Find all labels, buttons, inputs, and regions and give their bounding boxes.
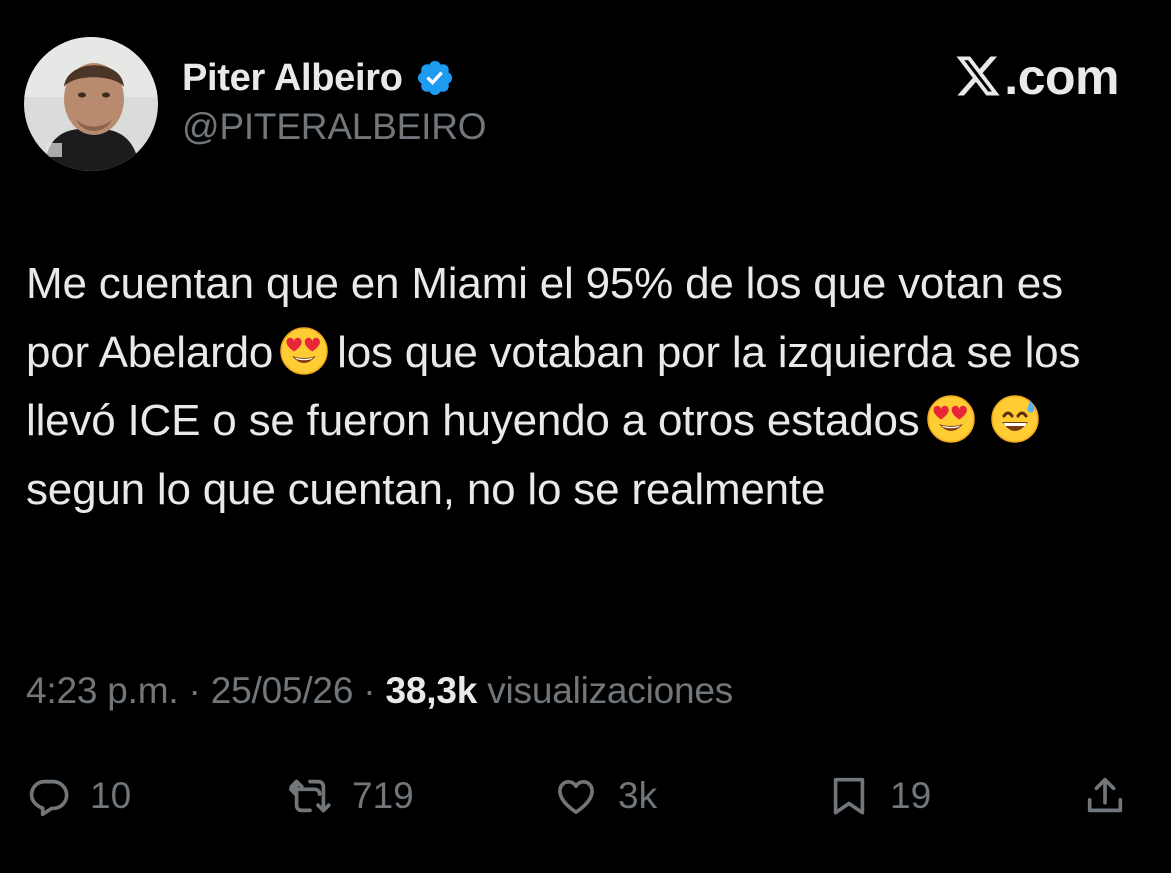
avatar[interactable] bbox=[24, 37, 158, 171]
reply-button[interactable]: 10 bbox=[26, 765, 131, 827]
like-button[interactable]: 3k bbox=[552, 765, 657, 827]
post-date[interactable]: 25/05/26 bbox=[211, 670, 354, 711]
meta-separator: · bbox=[188, 670, 201, 711]
verified-badge-icon[interactable] bbox=[415, 58, 455, 98]
views-label: visualizaciones bbox=[487, 670, 734, 711]
grinning-sweat-emoji-icon bbox=[990, 394, 1040, 444]
post-text: Me cuentan que en Miami el 95% de los qu… bbox=[26, 250, 1136, 524]
reply-icon bbox=[26, 773, 72, 819]
heart-eyes-emoji-icon bbox=[926, 394, 976, 444]
brand-watermark: .com bbox=[954, 48, 1119, 106]
meta-separator: · bbox=[363, 670, 376, 711]
like-count: 3k bbox=[618, 775, 658, 816]
author-name-row: Piter Albeiro bbox=[182, 52, 455, 104]
bookmark-count: 19 bbox=[890, 775, 932, 816]
share-icon bbox=[1082, 773, 1128, 819]
author-handle[interactable]: @PITERALBEIRO bbox=[182, 106, 487, 148]
repost-button[interactable]: 719 bbox=[286, 765, 414, 827]
post-meta: 4:23 p.m. · 25/05/26 · 38,3k visualizaci… bbox=[26, 670, 733, 712]
repost-count: 719 bbox=[352, 775, 414, 816]
share-button[interactable] bbox=[1082, 765, 1128, 827]
bookmark-button[interactable]: 19 bbox=[826, 765, 931, 827]
brand-domain-text: .com bbox=[1004, 49, 1119, 105]
x-logo-icon bbox=[954, 54, 1002, 100]
heart-icon bbox=[552, 773, 600, 819]
reply-count: 10 bbox=[90, 775, 132, 816]
bookmark-icon bbox=[826, 773, 872, 819]
author-display-name[interactable]: Piter Albeiro bbox=[182, 57, 403, 100]
post-text-segment: segun lo que cuentan, no lo se realmente bbox=[26, 464, 826, 514]
action-bar: 10 719 3k 19 bbox=[0, 765, 1171, 827]
post-time[interactable]: 4:23 p.m. bbox=[26, 670, 179, 711]
heart-eyes-emoji-icon bbox=[279, 326, 329, 376]
repost-icon bbox=[286, 773, 334, 819]
views-count: 38,3k bbox=[385, 670, 478, 711]
